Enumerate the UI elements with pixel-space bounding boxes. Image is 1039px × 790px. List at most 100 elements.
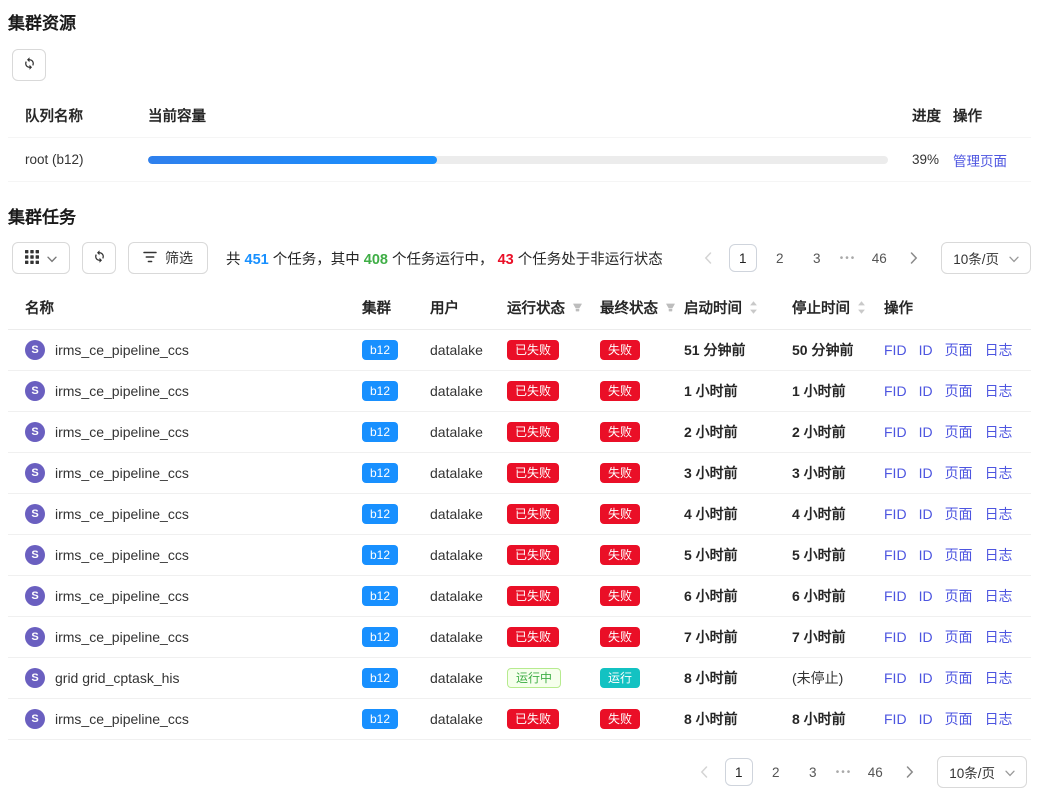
cluster-tag: b12 (362, 463, 398, 483)
resources-refresh-button[interactable] (12, 49, 46, 81)
final-status-tag: 运行 (600, 668, 640, 688)
tasks-table-body: S irms_ce_pipeline_ccs b12 datalake 已失败 … (8, 330, 1031, 740)
filter-button[interactable]: 筛选 (128, 242, 208, 274)
name-header: 名称 (25, 297, 362, 318)
id-link[interactable]: ID (919, 588, 933, 604)
fid-link[interactable]: FID (884, 588, 907, 604)
page-button-last[interactable]: 46 (861, 758, 889, 786)
page-size-label: 10条/页 (953, 248, 999, 268)
id-link[interactable]: ID (919, 547, 933, 563)
page-link[interactable]: 页面 (945, 422, 973, 442)
page-link[interactable]: 页面 (945, 586, 973, 606)
page-link[interactable]: 页面 (945, 545, 973, 565)
start-time: 5 小时前 (684, 545, 792, 565)
next-page-button[interactable] (902, 244, 926, 272)
task-summary: 共 451 个任务，其中 408 个任务运行中， 43 个任务处于非运行状态 (226, 248, 663, 269)
id-link[interactable]: ID (919, 629, 933, 645)
fid-link[interactable]: FID (884, 670, 907, 686)
task-name: irms_ce_pipeline_ccs (55, 424, 189, 440)
total-task-count: 451 (245, 252, 269, 268)
log-link[interactable]: 日志 (985, 422, 1013, 442)
id-link[interactable]: ID (919, 342, 933, 358)
id-link[interactable]: ID (919, 711, 933, 727)
tasks-table-header: 名称 集群 用户 运行状态 最终状态 启动时间 停止时间 操作 (8, 286, 1031, 330)
page-size-select[interactable]: 10条/页 (937, 756, 1027, 788)
tasks-action-header: 操作 (884, 297, 1023, 318)
nonrunning-task-count: 43 (498, 252, 514, 268)
spark-avatar: S (25, 545, 45, 565)
cluster-header: 集群 (362, 297, 430, 318)
log-link[interactable]: 日志 (985, 668, 1013, 688)
fid-link[interactable]: FID (884, 424, 907, 440)
start-time-header: 启动时间 (684, 297, 742, 318)
page-button-2[interactable]: 2 (766, 244, 794, 272)
user-name: datalake (430, 383, 507, 399)
run-status-tag: 已失败 (507, 504, 559, 524)
table-row: S irms_ce_pipeline_ccs b12 datalake 已失败 … (8, 453, 1031, 494)
fid-link[interactable]: FID (884, 547, 907, 563)
page-button-3[interactable]: 3 (803, 244, 831, 272)
run-status-tag: 已失败 (507, 545, 559, 565)
page-link[interactable]: 页面 (945, 340, 973, 360)
log-link[interactable]: 日志 (985, 545, 1013, 565)
page-link[interactable]: 页面 (945, 504, 973, 524)
id-link[interactable]: ID (919, 465, 933, 481)
spark-avatar: S (25, 668, 45, 688)
id-link[interactable]: ID (919, 424, 933, 440)
sort-icon[interactable] (857, 300, 866, 315)
final-status-tag: 失败 (600, 709, 640, 729)
page-button-1[interactable]: 1 (729, 244, 757, 272)
page-button-last[interactable]: 46 (865, 244, 893, 272)
prev-page-button[interactable] (696, 244, 720, 272)
log-link[interactable]: 日志 (985, 340, 1013, 360)
fid-link[interactable]: FID (884, 506, 907, 522)
manage-page-link[interactable]: 管理页面 (953, 150, 1007, 170)
page-ellipsis[interactable]: ••• (840, 253, 857, 264)
filter-funnel-icon[interactable] (665, 302, 676, 313)
table-row: S irms_ce_pipeline_ccs b12 datalake 已失败 … (8, 371, 1031, 412)
fid-link[interactable]: FID (884, 629, 907, 645)
spark-avatar: S (25, 463, 45, 483)
page-link[interactable]: 页面 (945, 463, 973, 483)
page-link[interactable]: 页面 (945, 627, 973, 647)
log-link[interactable]: 日志 (985, 463, 1013, 483)
prev-page-button[interactable] (692, 758, 716, 786)
page-button-1[interactable]: 1 (725, 758, 753, 786)
column-settings-button[interactable] (12, 242, 70, 274)
fid-link[interactable]: FID (884, 711, 907, 727)
log-link[interactable]: 日志 (985, 504, 1013, 524)
fid-link[interactable]: FID (884, 383, 907, 399)
summary-text: 个任务运行中， (388, 252, 498, 268)
sort-icon[interactable] (749, 300, 758, 315)
next-page-button[interactable] (898, 758, 922, 786)
page: 集群资源 队列名称 当前容量 进度 操作 root (b12) 39% 管理页面… (0, 0, 1039, 788)
log-link[interactable]: 日志 (985, 381, 1013, 401)
page-link[interactable]: 页面 (945, 709, 973, 729)
id-link[interactable]: ID (919, 506, 933, 522)
filter-lines-icon (143, 250, 157, 266)
start-time: 8 小时前 (684, 668, 792, 688)
task-name: irms_ce_pipeline_ccs (55, 547, 189, 563)
filter-funnel-icon[interactable] (572, 302, 583, 313)
page-link[interactable]: 页面 (945, 381, 973, 401)
log-link[interactable]: 日志 (985, 586, 1013, 606)
page-size-select[interactable]: 10条/页 (941, 242, 1031, 274)
id-link[interactable]: ID (919, 383, 933, 399)
fid-link[interactable]: FID (884, 465, 907, 481)
refresh-icon (22, 56, 37, 74)
user-header: 用户 (430, 297, 507, 318)
log-link[interactable]: 日志 (985, 627, 1013, 647)
log-link[interactable]: 日志 (985, 709, 1013, 729)
final-status-tag: 失败 (600, 545, 640, 565)
stop-time: 6 小时前 (792, 586, 884, 606)
page-link[interactable]: 页面 (945, 668, 973, 688)
page-button-3[interactable]: 3 (799, 758, 827, 786)
page-button-2[interactable]: 2 (762, 758, 790, 786)
progress-percent: 39% (898, 152, 953, 167)
id-link[interactable]: ID (919, 670, 933, 686)
tasks-refresh-button[interactable] (82, 242, 116, 274)
fid-link[interactable]: FID (884, 342, 907, 358)
user-name: datalake (430, 711, 507, 727)
page-ellipsis[interactable]: ••• (836, 767, 853, 778)
stop-time: 3 小时前 (792, 463, 884, 483)
